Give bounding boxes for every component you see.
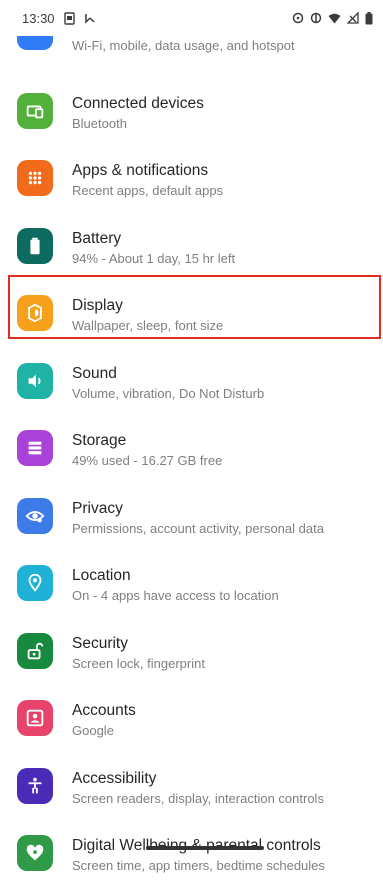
settings-item-subtitle: Volume, vibration, Do Not Disturb — [72, 386, 265, 401]
battery-icon — [17, 228, 53, 264]
settings-item-privacy[interactable]: Privacy Permissions, account activity, p… — [0, 483, 383, 551]
settings-item-subtitle: 49% used - 16.27 GB free — [72, 453, 223, 468]
settings-item-subtitle: Permissions, account activity, personal … — [72, 521, 324, 536]
privacy-eye-icon — [17, 498, 53, 534]
settings-item-subtitle: Screen time, app timers, bedtime schedul… — [72, 858, 325, 873]
settings-item-display[interactable]: Display Wallpaper, sleep, font size — [0, 280, 383, 348]
alarm-icon — [292, 12, 304, 24]
settings-item-title: Display — [72, 297, 123, 314]
settings-item-accounts[interactable]: Accounts Google — [0, 685, 383, 753]
status-time: 13:30 — [22, 10, 55, 26]
settings-item-title: Security — [72, 635, 128, 652]
settings-item-connected-devices[interactable]: Connected devices Bluetooth — [0, 78, 383, 146]
settings-item-subtitle: 94% - About 1 day, 15 hr left — [72, 251, 236, 266]
settings-item-title: Sound — [72, 365, 117, 382]
settings-item-subtitle: Wallpaper, sleep, font size — [72, 318, 224, 333]
gesture-nav-bar[interactable] — [146, 846, 264, 850]
settings-item-digital-wellbeing[interactable]: Digital Wellbeing & parental controls Sc… — [0, 820, 383, 888]
screenshot-icon — [63, 11, 75, 25]
status-bar: 13:30 — [0, 0, 383, 36]
settings-item-accessibility[interactable]: Accessibility Screen readers, display, i… — [0, 753, 383, 821]
settings-item-location[interactable]: Location On - 4 apps have access to loca… — [0, 550, 383, 618]
settings-item-security[interactable]: Security Screen lock, fingerprint — [0, 618, 383, 686]
lock-open-icon — [17, 633, 53, 669]
settings-item-subtitle: Bluetooth — [72, 116, 127, 131]
wellbeing-heart-icon — [17, 835, 53, 871]
wifi-icon — [328, 13, 341, 24]
settings-item-title: Privacy — [72, 500, 123, 517]
brightness-icon — [17, 295, 53, 331]
settings-item-title: Accessibility — [72, 770, 157, 787]
accessibility-icon — [17, 768, 53, 804]
wifi-calling-icon — [84, 12, 96, 24]
settings-item-title: Apps & notifications — [72, 162, 209, 179]
settings-item-title: Connected devices — [72, 95, 204, 112]
signal-icon — [347, 12, 359, 24]
settings-item-subtitle: Recent apps, default apps — [72, 183, 224, 198]
settings-item-title: Location — [72, 567, 131, 584]
location-pin-icon — [17, 565, 53, 601]
settings-item-subtitle: On - 4 apps have access to location — [72, 588, 279, 603]
settings-item-subtitle: Wi-Fi, mobile, data usage, and hotspot — [72, 38, 295, 53]
volume-icon — [17, 363, 53, 399]
settings-item-apps-notifications[interactable]: Apps & notifications Recent apps, defaul… — [0, 145, 383, 213]
apps-grid-icon — [17, 160, 53, 196]
settings-item-storage[interactable]: Storage 49% used - 16.27 GB free — [0, 415, 383, 483]
settings-item-title: Battery — [72, 230, 122, 247]
battery-status-icon — [365, 11, 373, 25]
storage-icon — [17, 430, 53, 466]
data-saver-icon — [310, 12, 322, 24]
settings-item-subtitle: Screen readers, display, interaction con… — [72, 791, 324, 806]
settings-item-subtitle: Google — [72, 723, 114, 738]
connected-devices-icon — [17, 93, 53, 129]
settings-item-battery[interactable]: Battery 94% - About 1 day, 15 hr left — [0, 213, 383, 281]
settings-item-subtitle: Screen lock, fingerprint — [72, 656, 205, 671]
account-box-icon — [17, 700, 53, 736]
settings-item-sound[interactable]: Sound Volume, vibration, Do Not Disturb — [0, 348, 383, 416]
settings-list: Wi-Fi, mobile, data usage, and hotspot C… — [0, 0, 383, 873]
settings-item-title: Storage — [72, 432, 127, 449]
settings-item-title: Accounts — [72, 702, 136, 719]
